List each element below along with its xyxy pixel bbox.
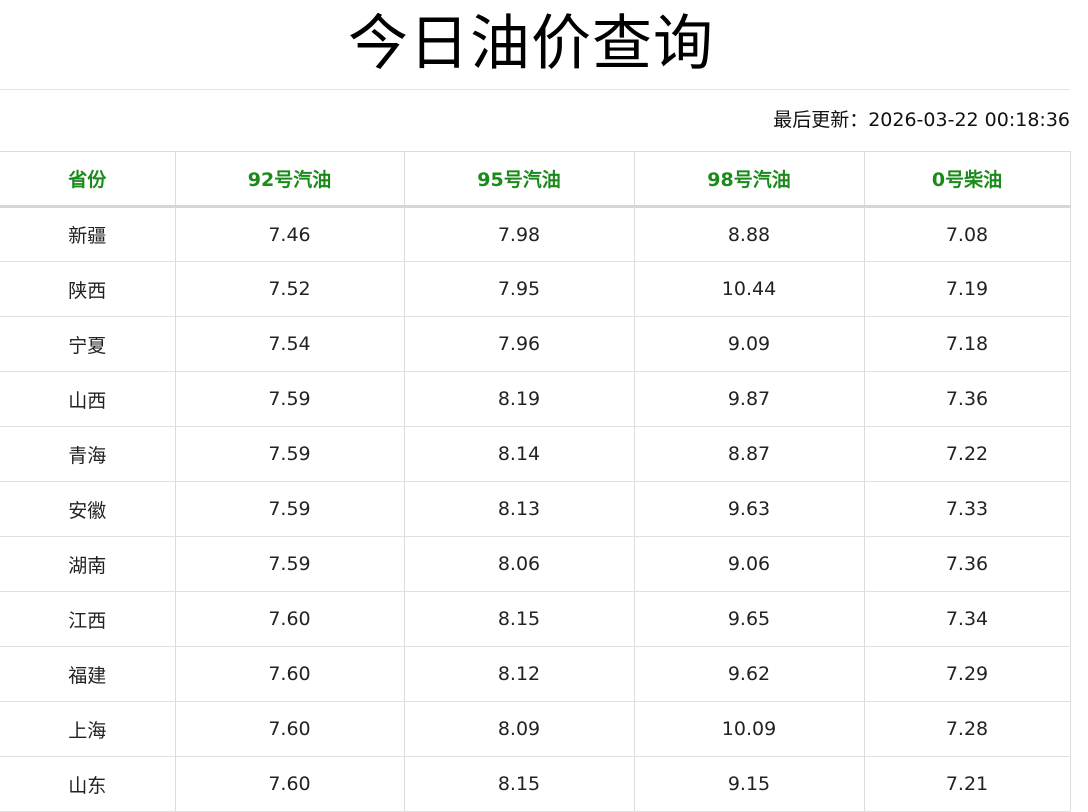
- table-row: 安徽 7.59 8.13 9.63 7.33: [0, 481, 1071, 537]
- cell-province: 山西: [0, 371, 176, 427]
- cell-gasoline-98: 10.44: [634, 261, 865, 317]
- cell-gasoline-92: 7.46: [175, 206, 405, 262]
- header-gasoline-92: 92号汽油: [175, 151, 405, 208]
- cell-province: 江西: [0, 591, 176, 647]
- cell-province: 福建: [0, 646, 176, 702]
- cell-diesel-0: 7.29: [864, 646, 1071, 702]
- cell-province: 陕西: [0, 261, 176, 317]
- cell-province: 山东: [0, 756, 176, 812]
- cell-gasoline-92: 7.60: [175, 756, 405, 812]
- header-row: 省份 92号汽油 95号汽油 98号汽油 0号柴油: [0, 151, 1071, 208]
- cell-gasoline-92: 7.59: [175, 536, 405, 592]
- cell-gasoline-92: 7.59: [175, 481, 405, 537]
- cell-diesel-0: 7.28: [864, 701, 1071, 757]
- last-updated-time: 2026-03-22 00:18:36: [868, 109, 1070, 131]
- title-divider: [0, 89, 1070, 90]
- cell-gasoline-98: 8.88: [634, 206, 865, 262]
- table-row: 上海 7.60 8.09 10.09 7.28: [0, 701, 1071, 757]
- table-body: 新疆 7.46 7.98 8.88 7.08 陕西 7.52 7.95 10.44 7.19 宁夏 7…: [0, 206, 1071, 812]
- cell-gasoline-95: 8.14: [404, 426, 635, 482]
- cell-province: 安徽: [0, 481, 176, 537]
- cell-province: 湖南: [0, 536, 176, 592]
- cell-diesel-0: 7.34: [864, 591, 1071, 647]
- cell-gasoline-98: 9.06: [634, 536, 865, 592]
- cell-gasoline-98: 9.65: [634, 591, 865, 647]
- cell-gasoline-98: 8.87: [634, 426, 865, 482]
- cell-gasoline-95: 8.09: [404, 701, 635, 757]
- cell-gasoline-98: 10.09: [634, 701, 865, 757]
- header-gasoline-98: 98号汽油: [634, 151, 865, 208]
- cell-gasoline-92: 7.60: [175, 591, 405, 647]
- cell-gasoline-95: 7.95: [404, 261, 635, 317]
- cell-gasoline-98: 9.62: [634, 646, 865, 702]
- last-updated-label: 最后更新：: [773, 109, 869, 131]
- cell-diesel-0: 7.21: [864, 756, 1071, 812]
- header-province: 省份: [0, 151, 176, 208]
- cell-gasoline-95: 8.15: [404, 591, 635, 647]
- cell-province: 青海: [0, 426, 176, 482]
- cell-gasoline-92: 7.52: [175, 261, 405, 317]
- cell-diesel-0: 7.18: [864, 316, 1071, 372]
- cell-province: 上海: [0, 701, 176, 757]
- cell-gasoline-92: 7.59: [175, 426, 405, 482]
- table-header: 省份 92号汽油 95号汽油 98号汽油 0号柴油: [0, 151, 1071, 208]
- cell-gasoline-95: 8.12: [404, 646, 635, 702]
- cell-gasoline-95: 8.15: [404, 756, 635, 812]
- cell-province: 新疆: [0, 206, 176, 262]
- cell-gasoline-95: 8.19: [404, 371, 635, 427]
- header-gasoline-95: 95号汽油: [404, 151, 635, 208]
- cell-gasoline-98: 9.15: [634, 756, 865, 812]
- cell-gasoline-98: 9.63: [634, 481, 865, 537]
- cell-gasoline-98: 9.09: [634, 316, 865, 372]
- cell-gasoline-98: 9.87: [634, 371, 865, 427]
- cell-gasoline-95: 8.06: [404, 536, 635, 592]
- table-row: 福建 7.60 8.12 9.62 7.29: [0, 646, 1071, 702]
- table-row: 宁夏 7.54 7.96 9.09 7.18: [0, 316, 1071, 372]
- cell-gasoline-95: 8.13: [404, 481, 635, 537]
- table-row: 新疆 7.46 7.98 8.88 7.08: [0, 206, 1071, 262]
- cell-gasoline-92: 7.54: [175, 316, 405, 372]
- last-updated: 最后更新：2026-03-22 00:18:36: [773, 106, 1070, 134]
- cell-gasoline-95: 7.96: [404, 316, 635, 372]
- table-row: 青海 7.59 8.14 8.87 7.22: [0, 426, 1071, 482]
- page-title: 今日油价查询: [348, 9, 714, 79]
- table-row: 山东 7.60 8.15 9.15 7.21: [0, 756, 1071, 812]
- cell-diesel-0: 7.33: [864, 481, 1071, 537]
- cell-gasoline-92: 7.60: [175, 701, 405, 757]
- cell-diesel-0: 7.36: [864, 536, 1071, 592]
- cell-diesel-0: 7.08: [864, 206, 1071, 262]
- cell-province: 宁夏: [0, 316, 176, 372]
- cell-gasoline-92: 7.60: [175, 646, 405, 702]
- table-row: 山西 7.59 8.19 9.87 7.36: [0, 371, 1071, 427]
- table-row: 陕西 7.52 7.95 10.44 7.19: [0, 261, 1071, 317]
- cell-gasoline-95: 7.98: [404, 206, 635, 262]
- cell-diesel-0: 7.19: [864, 261, 1071, 317]
- oil-price-table: 省份 92号汽油 95号汽油 98号汽油 0号柴油 新疆 7.46 7.98 8.88…: [0, 151, 1071, 812]
- cell-gasoline-92: 7.59: [175, 371, 405, 427]
- cell-diesel-0: 7.36: [864, 371, 1071, 427]
- header-diesel-0: 0号柴油: [864, 151, 1071, 208]
- table-row: 江西 7.60 8.15 9.65 7.34: [0, 591, 1071, 647]
- table-row: 湖南 7.59 8.06 9.06 7.36: [0, 536, 1071, 592]
- cell-diesel-0: 7.22: [864, 426, 1071, 482]
